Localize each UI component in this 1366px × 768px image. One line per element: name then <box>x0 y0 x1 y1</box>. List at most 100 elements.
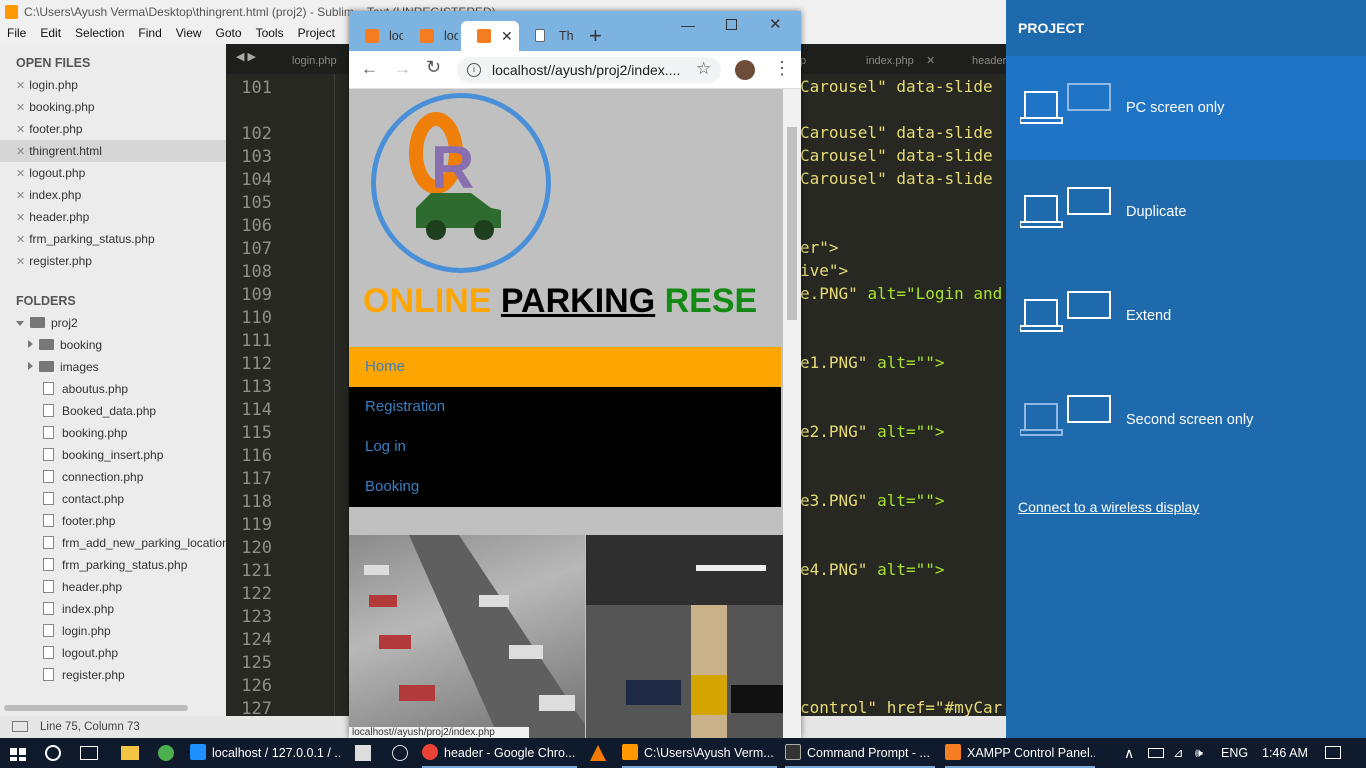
console-icon[interactable] <box>12 721 28 732</box>
tab-login[interactable]: login.php <box>278 44 351 74</box>
option-second-screen-only[interactable]: Second screen only <box>1006 368 1366 472</box>
folder-file-item[interactable]: footer.php <box>0 510 226 532</box>
tab-index[interactable]: index.php <box>852 44 928 74</box>
battery-icon[interactable] <box>1148 748 1164 758</box>
minimize-button[interactable]: — <box>681 17 695 33</box>
maximize-button[interactable] <box>726 19 737 30</box>
folder-proj2[interactable]: proj2 <box>0 312 226 334</box>
menu-project[interactable]: Project <box>291 24 342 44</box>
folder-file-item[interactable]: booking_insert.php <box>0 444 226 466</box>
chrome-tab[interactable]: Th <box>519 21 573 51</box>
chevron-up-icon[interactable]: ∧ <box>1124 738 1134 768</box>
language-indicator[interactable]: ENG <box>1221 738 1248 768</box>
close-icon[interactable]: ✕ <box>16 80 25 92</box>
file-explorer-icon[interactable] <box>121 746 139 760</box>
scroll-thumb[interactable] <box>787 127 797 320</box>
back-button[interactable]: ← <box>361 59 378 79</box>
folder-file-item[interactable]: logout.php <box>0 642 226 664</box>
taskbar-item-edge[interactable]: localhost / 127.0.0.1 / ... <box>190 738 340 768</box>
folder-file-item[interactable]: header.php <box>0 576 226 598</box>
code-line[interactable]: e2.PNG" alt=""> <box>800 422 945 441</box>
code-line[interactable]: ive"> <box>800 261 848 280</box>
open-file-item[interactable]: ✕ login.php <box>0 74 226 96</box>
taskbar-item-xampp[interactable]: XAMPP Control Panel... <box>945 738 1095 768</box>
folder-file-item[interactable]: contact.php <box>0 488 226 510</box>
open-file-item[interactable]: ✕ index.php <box>0 184 226 206</box>
code-line[interactable]: er"> <box>800 238 839 257</box>
chrome-tab[interactable]: loc <box>404 21 458 51</box>
nav-login[interactable]: Log in <box>349 427 781 467</box>
folder-booking[interactable]: booking <box>0 334 226 356</box>
code-line[interactable]: Carousel" data-slide <box>800 169 993 188</box>
folder-file-item[interactable]: connection.php <box>0 466 226 488</box>
volume-icon[interactable]: 🕪 <box>1195 738 1203 768</box>
forward-button[interactable]: → <box>394 59 411 79</box>
code-line[interactable]: Carousel" data-slide <box>800 146 993 165</box>
folder-images[interactable]: images <box>0 356 226 378</box>
avatar[interactable] <box>735 60 755 80</box>
menu-tools[interactable]: Tools <box>249 24 291 44</box>
folder-file-item[interactable]: Booked_data.php <box>0 400 226 422</box>
chrome-tab-active[interactable]: ✕ <box>461 21 519 51</box>
connect-wireless-link[interactable]: Connect to a wireless display <box>1018 499 1199 515</box>
sidebar-scrollbar[interactable] <box>4 705 188 711</box>
close-icon[interactable]: ✕ <box>16 190 25 202</box>
menu-file[interactable]: File <box>0 24 33 44</box>
folder-file-item[interactable]: frm_parking_status.php <box>0 554 226 576</box>
address-bar[interactable]: i localhost//ayush/proj2/index.... <box>457 57 721 83</box>
vlc-icon[interactable] <box>590 745 606 761</box>
menu-find[interactable]: Find <box>131 24 168 44</box>
close-icon[interactable]: ✕ <box>16 102 25 114</box>
taskbar-item-sublime[interactable]: C:\Users\Ayush Verm... <box>622 738 777 768</box>
code-line[interactable]: e1.PNG" alt=""> <box>800 353 945 372</box>
code-line[interactable]: e.PNG" alt="Login and <box>800 284 1002 303</box>
menu-view[interactable]: View <box>169 24 209 44</box>
close-icon[interactable]: ✕ <box>16 124 25 136</box>
clock[interactable]: 1:46 AM <box>1262 738 1308 768</box>
folder-file-item[interactable]: frm_add_new_parking_location <box>0 532 226 554</box>
folder-file-item[interactable]: login.php <box>0 620 226 642</box>
settings-icon[interactable] <box>392 745 408 761</box>
open-file-item-selected[interactable]: ✕ thingrent.html <box>0 140 226 162</box>
close-window-button[interactable]: ✕ <box>769 15 782 33</box>
new-tab-button[interactable]: + <box>589 23 602 49</box>
close-icon[interactable]: ✕ <box>501 21 513 51</box>
option-extend[interactable]: Extend <box>1006 264 1366 368</box>
nav-booking[interactable]: Booking <box>349 467 781 507</box>
app-icon[interactable] <box>158 745 174 761</box>
code-line[interactable]: e4.PNG" alt=""> <box>800 560 945 579</box>
menu-kebab-icon[interactable]: ⋮ <box>773 58 791 79</box>
code-line[interactable]: Carousel" data-slide <box>800 77 993 96</box>
reload-button[interactable]: ↻ <box>426 57 441 78</box>
close-icon[interactable]: ✕ <box>16 212 25 224</box>
search-icon[interactable] <box>45 745 61 761</box>
store-icon[interactable] <box>355 745 371 761</box>
folder-file-item[interactable]: booking.php <box>0 422 226 444</box>
tab-nav-arrows-icon[interactable]: ◀ ▶ <box>236 50 256 63</box>
close-icon[interactable]: ✕ <box>16 234 25 246</box>
task-view-icon[interactable] <box>80 746 98 760</box>
folder-file-item[interactable]: register.php <box>0 664 226 686</box>
folder-file-item[interactable]: index.php <box>0 598 226 620</box>
bookmark-star-icon[interactable]: ☆ <box>696 59 711 79</box>
page-scrollbar[interactable] <box>783 89 801 738</box>
taskbar-item-cmd[interactable]: Command Prompt - ... <box>785 738 935 768</box>
folder-file-item[interactable]: aboutus.php <box>0 378 226 400</box>
menu-selection[interactable]: Selection <box>68 24 131 44</box>
taskbar-item-chrome[interactable]: header - Google Chro... <box>422 738 577 768</box>
network-icon[interactable]: ⊿ <box>1173 738 1183 768</box>
code-line[interactable]: Carousel" data-slide <box>800 123 993 142</box>
close-icon[interactable]: ✕ <box>16 256 25 268</box>
menu-goto[interactable]: Goto <box>209 24 249 44</box>
close-icon[interactable]: ✕ <box>926 54 935 67</box>
close-icon[interactable]: ✕ <box>16 146 25 158</box>
open-file-item[interactable]: ✕ booking.php <box>0 96 226 118</box>
option-duplicate[interactable]: Duplicate <box>1006 160 1366 264</box>
open-file-item[interactable]: ✕ header.php <box>0 206 226 228</box>
nav-home[interactable]: Home <box>349 347 781 387</box>
open-file-item[interactable]: ✕ logout.php <box>0 162 226 184</box>
start-button[interactable] <box>10 745 26 761</box>
close-icon[interactable]: ✕ <box>16 168 25 180</box>
code-line[interactable]: e3.PNG" alt=""> <box>800 491 945 510</box>
open-file-item[interactable]: ✕ frm_parking_status.php <box>0 228 226 250</box>
